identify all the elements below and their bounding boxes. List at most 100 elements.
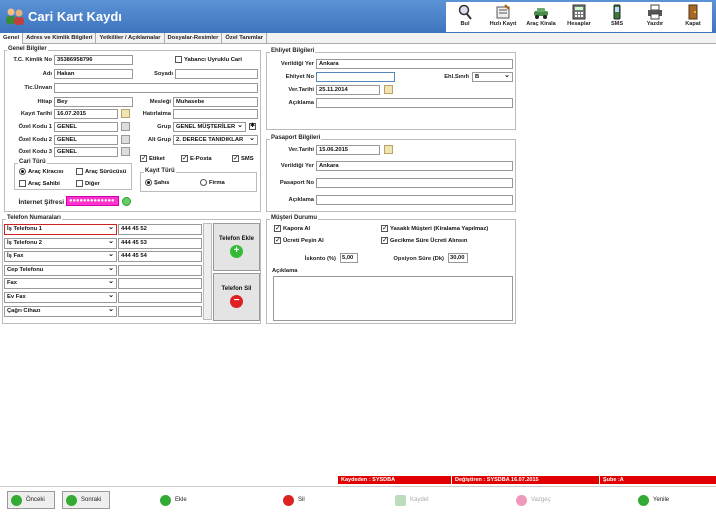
ehliyet-calendar-icon[interactable] — [384, 85, 393, 94]
internet-sifresi-field[interactable]: ●●●●●●●●●●●●● — [66, 196, 119, 206]
ozel-kod-3-lookup[interactable] — [121, 147, 130, 156]
footer-bar: Önceki Sonraki Ekle Sil Kaydet Vazgeç Ye… — [0, 486, 716, 513]
phone-number-field[interactable]: 444 45 54 — [118, 251, 202, 263]
phone-type-select[interactable]: Çağrı Cihazı — [4, 305, 117, 317]
ehliyet-no-field[interactable] — [316, 72, 395, 82]
calculator-icon — [572, 4, 586, 20]
telefon-sil-button[interactable]: Telefon Sil − — [213, 273, 260, 321]
tab-ozel-tanimlar[interactable]: Özel Tanımlar — [222, 33, 268, 44]
telefon-ekle-button[interactable]: Telefon Ekle + — [213, 223, 260, 271]
firma-radio[interactable] — [200, 179, 207, 186]
unvan-field[interactable] — [54, 83, 258, 93]
ekle-button[interactable]: Ekle — [160, 491, 187, 509]
tab-adres-kimlik[interactable]: Adres ve Kimlik Bilgileri — [23, 33, 97, 44]
pasaport-verildigi-field[interactable]: Ankara — [316, 161, 513, 171]
calendar-icon[interactable] — [121, 109, 130, 118]
cari-turu-title: Cari Türü — [18, 159, 47, 165]
ozel-kod-2-field[interactable]: GENEL — [54, 135, 118, 145]
kaydet-button[interactable]: Kaydet — [395, 491, 429, 509]
sil-button[interactable]: Sil — [283, 491, 305, 509]
phone-type-select[interactable]: Ev Fax — [4, 292, 117, 303]
ehliyet-aciklama-field[interactable] — [316, 98, 513, 108]
hizli-kayit-button[interactable]: Hızlı Kayıt — [484, 2, 522, 32]
etiket-checkbox[interactable]: ✓ — [140, 155, 147, 162]
kapat-button[interactable]: Kapat — [674, 2, 712, 32]
arac-surucusu-label: Araç Sürücüsü — [85, 169, 127, 175]
phone-number-field[interactable] — [118, 305, 202, 317]
phone-number-field[interactable]: 444 45 52 — [118, 224, 202, 235]
yazdir-button[interactable]: Yazdır — [636, 2, 674, 32]
phone-type-select[interactable]: Cep Telefonu — [4, 264, 117, 276]
back-arrow-icon — [11, 494, 22, 506]
window-title: Cari Kart Kaydı — [28, 9, 122, 24]
sonraki-button[interactable]: Sonraki — [62, 491, 110, 509]
opsiyon-field[interactable]: 30,00 — [448, 253, 468, 263]
ozel-kod-3-field[interactable]: GENEL — [54, 147, 118, 157]
meslegi-label: Mesleği — [149, 99, 171, 105]
alt-grup-select[interactable]: 2. DERECE TANIDIKLAR — [173, 135, 258, 145]
hitap-field[interactable]: Bey — [54, 97, 133, 107]
plus-icon — [160, 494, 171, 506]
arac-kiracisi-radio[interactable] — [19, 168, 26, 175]
pasaport-calendar-icon[interactable] — [384, 145, 393, 154]
phone-type-select[interactable]: İş Telefonu 1 — [4, 224, 117, 235]
phone-type-select[interactable]: Fax — [4, 278, 117, 290]
phone-type-select[interactable]: İş Fax — [4, 251, 117, 263]
soyadi-field[interactable] — [175, 69, 258, 79]
meslegi-field[interactable]: Muhasebe — [173, 97, 258, 107]
phone-number-field[interactable] — [118, 292, 202, 303]
bul-button[interactable]: Bul — [446, 2, 484, 32]
ehliyet-verildigi-field[interactable]: Ankara — [316, 59, 513, 69]
kapat-label: Kapat — [685, 21, 701, 27]
tab-dosyalar[interactable]: Dosyalar-Resimler — [165, 33, 223, 44]
musteri-aciklama-field[interactable] — [273, 276, 513, 321]
ozel-kod-1-lookup[interactable] — [121, 122, 130, 131]
pasaport-tarih-field[interactable]: 15.06.2015 — [316, 145, 380, 155]
hesaplar-label: Hesaplar — [567, 21, 591, 27]
ad-field[interactable]: Hakan — [54, 69, 133, 79]
toolbar: Bul Hızlı Kayıt Araç Kirala Hesaplar SMS… — [446, 2, 712, 32]
grup-add-icon[interactable]: ✱ — [249, 123, 256, 130]
tab-yetkililer[interactable]: Yetkililer / Açıklamalar — [96, 33, 165, 44]
iskonto-field[interactable]: 5,00 — [340, 253, 358, 263]
plus-icon: + — [230, 245, 243, 258]
tc-label: T.C. Kimlik No — [13, 57, 52, 63]
gecikme-checkbox[interactable]: ✓ — [381, 237, 388, 244]
eposta-checkbox[interactable]: ✓ — [181, 155, 188, 162]
phone-list-scrollbar[interactable] — [203, 223, 212, 320]
arac-surucusu-checkbox[interactable] — [76, 168, 83, 175]
ehliyet-tarih-field[interactable]: 25.11.2014 — [316, 85, 380, 95]
grup-select[interactable]: GENEL MÜŞTERİLER — [173, 122, 246, 132]
kapora-checkbox[interactable]: ✓ — [274, 225, 281, 232]
arac-kirala-button[interactable]: Araç Kirala — [522, 2, 560, 32]
pasaport-no-field[interactable] — [316, 178, 513, 188]
tab-genel[interactable]: Genel — [0, 33, 24, 44]
telefon-title: Telefon Numaraları — [6, 215, 62, 221]
sms-checkbox[interactable]: ✓ — [232, 155, 239, 162]
ozel-kod-1-field[interactable]: GENEL — [54, 122, 118, 132]
phone-type-select[interactable]: İş Telefonu 2 — [4, 237, 117, 249]
opsiyon-label: Opsiyon Süre (Dk) — [393, 256, 444, 262]
hesaplar-button[interactable]: Hesaplar — [560, 2, 598, 32]
tc-field[interactable]: 35386958796 — [54, 55, 133, 65]
arac-sahibi-checkbox[interactable] — [19, 180, 26, 187]
yasakli-checkbox[interactable]: ✓ — [381, 225, 388, 232]
sms-button[interactable]: SMS — [598, 2, 636, 32]
ozel-kod-2-lookup[interactable] — [121, 135, 130, 144]
ehl-sinifi-select[interactable]: B — [472, 72, 513, 82]
ehliyet-verildigi-label: Verildiği Yer — [280, 61, 314, 67]
diger-checkbox[interactable] — [76, 180, 83, 187]
onceki-button[interactable]: Önceki — [7, 491, 55, 509]
phone-number-field[interactable]: 444 45 53 — [118, 237, 202, 249]
yabanci-checkbox[interactable] — [175, 56, 182, 63]
yenile-button[interactable]: Yenile — [638, 491, 669, 509]
pesin-checkbox[interactable]: ✓ — [274, 237, 281, 244]
pasaport-aciklama-field[interactable] — [316, 195, 513, 205]
hatirlatma-field[interactable] — [173, 109, 258, 119]
phone-number-field[interactable] — [118, 264, 202, 276]
vazgec-button[interactable]: Vazgeç — [516, 491, 551, 509]
kayit-tarihi-field[interactable]: 16.07.2015 — [54, 109, 118, 119]
refresh-password-icon[interactable] — [122, 197, 131, 206]
phone-number-field[interactable] — [118, 278, 202, 290]
sahis-radio[interactable] — [145, 179, 152, 186]
